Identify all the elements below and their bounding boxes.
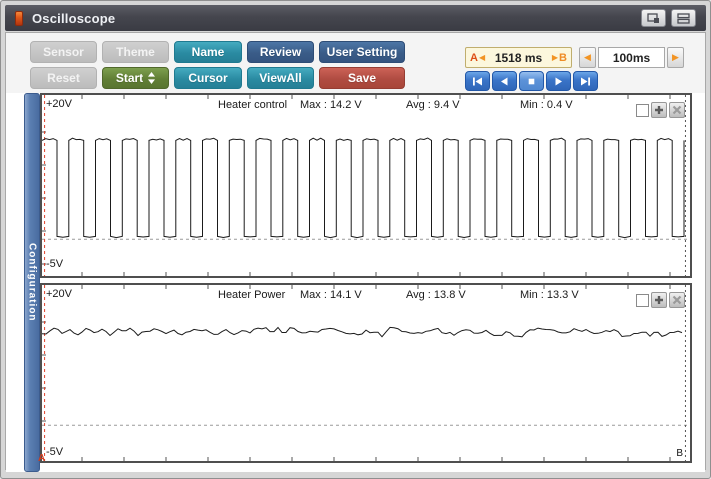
avg-value: Avg : 13.8 V: [406, 289, 466, 301]
ab-left-arrow-icon[interactable]: ◀: [478, 53, 486, 62]
timebase-value: 100ms: [598, 47, 665, 68]
zoom-in-button[interactable]: [651, 102, 667, 118]
avg-value: Avg : 9.4 V: [406, 99, 460, 111]
y-axis-bottom-label: -5V: [46, 258, 64, 270]
channel-checkbox[interactable]: [636, 103, 649, 117]
left-arrow-icon: ◀: [584, 52, 591, 62]
timebase-decrease-button[interactable]: ◀: [579, 47, 596, 68]
panel-controls: [636, 292, 685, 308]
timebase-increase-button[interactable]: ▶: [667, 47, 684, 68]
plus-icon: [655, 106, 663, 114]
y-axis-bottom-label: -5V: [46, 446, 64, 458]
heater-power-waveform: [42, 285, 690, 461]
ab-range-value: 1518 ms: [494, 50, 543, 65]
save-button[interactable]: Save: [319, 67, 405, 89]
ab-range-display: A ◀ 1518 ms ▶ B: [465, 47, 572, 68]
oscilloscope-window: Oscilloscope Sensor Theme Name Review Us…: [0, 0, 711, 479]
channel-checkbox[interactable]: [636, 293, 649, 307]
skip-end-icon: [581, 77, 590, 85]
ab-right-arrow-icon[interactable]: ▶: [551, 53, 559, 62]
toolbar: Sensor Theme Name Review User Setting Re…: [6, 33, 705, 93]
split-view-icon: [677, 12, 690, 24]
start-button-label: Start: [115, 71, 144, 85]
configuration-tab[interactable]: Configuration: [24, 93, 40, 472]
stop-icon: [528, 78, 535, 84]
titlebar: Oscilloscope: [5, 5, 706, 31]
content-area: Sensor Theme Name Review User Setting Re…: [5, 32, 706, 472]
split-view-button[interactable]: [671, 9, 696, 27]
playback-controls: [465, 71, 598, 91]
review-button[interactable]: Review: [247, 41, 314, 63]
charts-container: +20V Heater control Max : 14.2 V Avg : 9…: [38, 93, 692, 472]
y-axis-top-label: +20V: [46, 98, 72, 110]
y-axis-top-label: +20V: [46, 288, 72, 300]
min-value: Min : 0.4 V: [520, 99, 573, 111]
scope-panel-heater-control: +20V Heater control Max : 14.2 V Avg : 9…: [40, 93, 692, 278]
sensor-button[interactable]: Sensor: [30, 41, 97, 63]
zoom-in-button[interactable]: [651, 292, 667, 308]
skip-start-icon: [473, 77, 482, 85]
scope-panel-heater-power: +20V Heater Power Max : 14.1 V Avg : 13.…: [38, 283, 692, 464]
step-back-icon: [501, 77, 508, 85]
name-button[interactable]: Name: [174, 41, 242, 63]
step-back-button[interactable]: [492, 71, 517, 91]
app-icon: [15, 10, 23, 26]
panel-title: Heater Power: [218, 289, 286, 301]
play-icon: [555, 77, 562, 85]
dock-window-button[interactable]: [641, 9, 666, 27]
panel-controls: [636, 102, 685, 118]
cursor-button[interactable]: Cursor: [174, 67, 242, 89]
cursor-b-marker[interactable]: B: [676, 448, 683, 459]
toolbar-buttons: Sensor Theme Name Review User Setting Re…: [30, 41, 405, 89]
max-value: Max : 14.2 V: [300, 99, 362, 111]
window-controls: [641, 9, 696, 27]
min-value: Min : 13.3 V: [520, 289, 579, 301]
close-panel-button[interactable]: [669, 102, 685, 118]
cursor-a-marker[interactable]: A: [38, 453, 45, 464]
panel-title: Heater control: [218, 99, 288, 111]
window-title: Oscilloscope: [32, 10, 116, 26]
configuration-tab-label: Configuration: [26, 243, 38, 322]
close-panel-button[interactable]: [669, 292, 685, 308]
viewall-button[interactable]: ViewAll: [247, 67, 314, 89]
heater-control-waveform: [42, 95, 690, 276]
close-icon: [672, 105, 682, 115]
theme-button[interactable]: Theme: [102, 41, 169, 63]
reset-button[interactable]: Reset: [30, 67, 97, 89]
cursor-a-tag: A: [470, 51, 478, 64]
close-icon: [672, 295, 682, 305]
plus-icon: [655, 296, 663, 304]
user-setting-button[interactable]: User Setting: [319, 41, 405, 63]
stop-button[interactable]: [519, 71, 544, 91]
cursor-b-tag: B: [559, 51, 567, 64]
spinner-updown-icon: [148, 72, 156, 84]
right-arrow-icon: ▶: [672, 52, 679, 62]
skip-start-button[interactable]: [465, 71, 490, 91]
start-button[interactable]: Start: [102, 67, 169, 89]
main-area: Configuration +20V Heater control Max : …: [6, 93, 705, 472]
max-value: Max : 14.1 V: [300, 289, 362, 301]
skip-end-button[interactable]: [573, 71, 598, 91]
play-button[interactable]: [546, 71, 571, 91]
dock-window-icon: [647, 12, 659, 23]
